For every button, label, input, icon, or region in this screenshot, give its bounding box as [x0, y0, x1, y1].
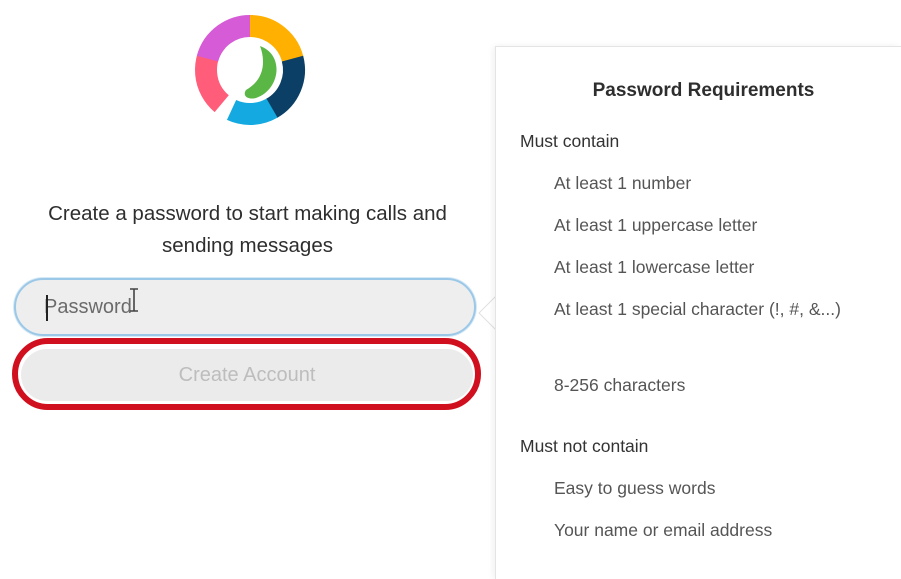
panel-pointer-arrow	[478, 295, 497, 331]
text-cursor-icon	[130, 288, 138, 312]
requirement-item: 8-256 characters	[554, 375, 686, 395]
requirements-title: Password Requirements	[592, 80, 815, 101]
create-account-button[interactable]: Create Account	[21, 349, 473, 401]
requirement-item: At least 1 number	[554, 173, 692, 193]
requirement-item: At least 1 lowercase letter	[554, 257, 755, 277]
requirement-item: At least 1 uppercase letter	[554, 215, 758, 235]
password-field-container[interactable]	[14, 278, 476, 336]
requirement-item: At least 1 special character (!, #, &...…	[554, 299, 841, 319]
page-heading: Create a password to start making calls …	[48, 202, 447, 257]
prohibited-item: Your name or email address	[554, 520, 773, 540]
must-not-contain-heading: Must not contain	[520, 436, 649, 456]
webex-logo	[195, 14, 305, 125]
password-requirements-panel: Password Requirements Must contain At le…	[495, 46, 901, 579]
prohibited-item: Easy to guess words	[554, 478, 716, 498]
text-caret	[46, 295, 48, 321]
must-contain-heading: Must contain	[520, 131, 620, 151]
password-input[interactable]	[44, 280, 444, 334]
